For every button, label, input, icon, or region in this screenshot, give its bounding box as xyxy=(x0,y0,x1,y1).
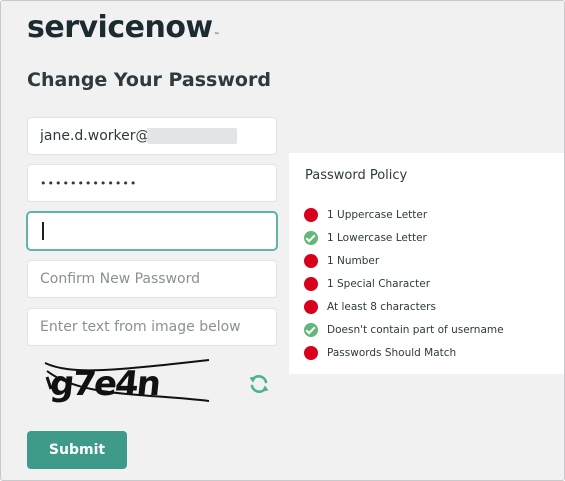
policy-rule-list: 1 Uppercase Letter 1 Lowercase Letter 1 … xyxy=(304,203,504,364)
check-circle-icon xyxy=(304,230,318,245)
servicenow-logo: servicenow™ xyxy=(27,9,220,55)
rule-label: Doesn't contain part of username xyxy=(327,323,504,336)
page-title: Change Your Password xyxy=(27,69,271,91)
rule-label: 1 Uppercase Letter xyxy=(327,208,428,221)
logo-trademark: ™ xyxy=(213,32,220,39)
error-dot-icon xyxy=(304,299,318,314)
policy-rule: 1 Special Character xyxy=(304,272,504,295)
submit-button[interactable]: Submit xyxy=(27,431,127,469)
policy-rule: Passwords Should Match xyxy=(304,341,504,364)
policy-rule: Doesn't contain part of username xyxy=(304,318,504,341)
policy-rule: 1 Number xyxy=(304,249,504,272)
policy-rule: At least 8 characters xyxy=(304,295,504,318)
check-circle-icon xyxy=(304,322,318,337)
password-policy-panel: Password Policy 1 Uppercase Letter 1 Low… xyxy=(289,153,564,374)
error-dot-icon xyxy=(304,276,318,291)
rule-label: Passwords Should Match xyxy=(327,346,457,359)
error-dot-icon xyxy=(304,345,318,360)
rule-label: At least 8 characters xyxy=(327,300,436,313)
new-password-field[interactable] xyxy=(27,212,277,250)
username-redaction xyxy=(147,128,237,144)
confirm-password-field[interactable] xyxy=(27,260,277,298)
refresh-icon[interactable] xyxy=(247,372,271,396)
policy-rule: 1 Uppercase Letter xyxy=(304,203,504,226)
rule-label: 1 Lowercase Letter xyxy=(327,231,427,244)
error-dot-icon xyxy=(304,253,318,268)
captcha-input[interactable] xyxy=(27,308,277,346)
current-password-field[interactable] xyxy=(27,164,277,202)
policy-rule: 1 Lowercase Letter xyxy=(304,226,504,249)
rule-label: 1 Number xyxy=(327,254,380,267)
logo-text: servicenow xyxy=(27,10,213,45)
captcha-image: g7e4n xyxy=(44,359,210,404)
rule-label: 1 Special Character xyxy=(327,277,431,290)
change-password-window: servicenow™ Change Your Password g7e4n S… xyxy=(0,0,565,481)
policy-title: Password Policy xyxy=(305,168,408,183)
error-dot-icon xyxy=(304,207,318,222)
text-cursor xyxy=(42,222,44,240)
